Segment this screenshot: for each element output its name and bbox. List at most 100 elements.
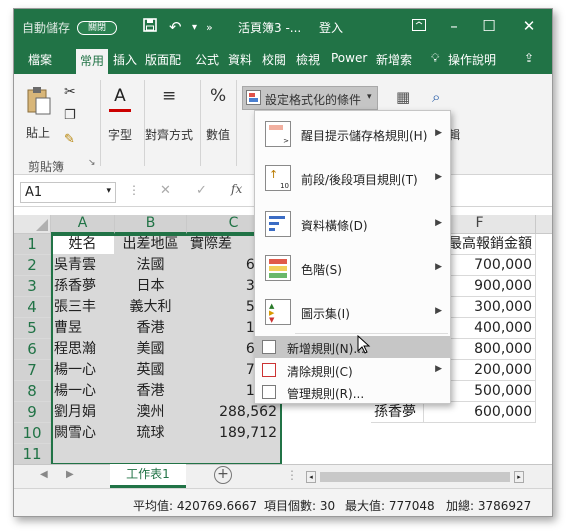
menu-item-manage-rules[interactable]: 管理規則(R)... bbox=[255, 381, 450, 403]
table-cell[interactable]: 日本 bbox=[115, 276, 187, 297]
alignment-label[interactable]: 對齊方式 bbox=[145, 126, 193, 143]
font-icon[interactable]: A bbox=[109, 86, 131, 112]
table-cell[interactable]: 吳青雲 bbox=[51, 255, 115, 276]
undo-icon[interactable]: ↶ bbox=[169, 18, 182, 36]
add-sheet-icon[interactable]: + bbox=[214, 466, 232, 484]
menu-item-icon-sets[interactable]: ▲ ▶ ▼ 圖示集(I) ▶ bbox=[255, 291, 450, 333]
table-cell[interactable]: 義大利 bbox=[115, 297, 187, 318]
cancel-formula-icon[interactable]: ✕ bbox=[160, 183, 171, 198]
insert-function-icon[interactable]: fx bbox=[231, 182, 242, 196]
tab-page-layout[interactable]: 版面配 bbox=[145, 51, 181, 68]
table-cell[interactable]: 張三丰 bbox=[51, 297, 115, 318]
table-cell[interactable]: 楊一心 bbox=[51, 381, 115, 402]
number-label[interactable]: 數值 bbox=[206, 126, 230, 143]
tab-home[interactable]: 常用 bbox=[76, 49, 109, 74]
row-header[interactable]: 5 bbox=[14, 318, 51, 339]
table-cell[interactable]: 法國 bbox=[115, 255, 187, 276]
select-all-corner[interactable] bbox=[14, 215, 51, 234]
row-header[interactable]: 1 bbox=[14, 234, 51, 255]
table-cell[interactable]: 姓名 bbox=[51, 234, 115, 255]
table-cell[interactable]: 孫香夢 bbox=[371, 402, 424, 423]
cut-icon[interactable]: ✂ bbox=[64, 84, 76, 100]
find-icon[interactable]: ⌕ bbox=[432, 88, 440, 106]
more-commands-icon[interactable]: » bbox=[206, 21, 213, 34]
font-label[interactable]: 字型 bbox=[108, 126, 132, 143]
table-cell[interactable]: 澳州 bbox=[115, 402, 187, 423]
column-header-a[interactable]: A bbox=[51, 215, 115, 234]
tab-add-index[interactable]: 新增索 bbox=[376, 51, 412, 68]
tab-data[interactable]: 資料 bbox=[228, 51, 252, 68]
percent-icon[interactable]: % bbox=[210, 86, 226, 106]
table-cell[interactable]: 曹昱 bbox=[51, 318, 115, 339]
submenu-arrow-icon: ▶ bbox=[435, 306, 442, 316]
enter-formula-icon[interactable]: ✓ bbox=[196, 183, 207, 198]
h-scroll-right-icon[interactable]: ▸ bbox=[514, 471, 524, 483]
row-header[interactable]: 2 bbox=[14, 255, 51, 276]
sheet-tab[interactable]: 工作表1 bbox=[110, 464, 186, 488]
table-cell[interactable]: 英國 bbox=[115, 360, 187, 381]
tell-me-search[interactable]: 操作說明 bbox=[448, 51, 496, 68]
signin-link[interactable]: 登入 bbox=[319, 19, 343, 36]
row-header[interactable]: 4 bbox=[14, 297, 51, 318]
menu-item-new-rule[interactable]: 新增規則(N)... bbox=[255, 336, 450, 358]
copy-icon[interactable]: ❐ bbox=[64, 108, 76, 123]
row-header[interactable]: 9 bbox=[14, 402, 51, 423]
tab-review[interactable]: 校閱 bbox=[262, 51, 286, 68]
row-header[interactable]: 8 bbox=[14, 381, 51, 402]
table-cell[interactable]: 288,562 bbox=[187, 402, 281, 423]
table-cell[interactable]: 孫香夢 bbox=[51, 276, 115, 297]
conditional-formatting-button[interactable]: 設定格式化的條件 ▾ bbox=[242, 86, 378, 110]
minimize-icon[interactable]: – bbox=[439, 15, 469, 39]
column-header-b[interactable]: B bbox=[115, 215, 187, 234]
table-cell[interactable]: 189,712 bbox=[187, 423, 281, 444]
tab-view[interactable]: 檢視 bbox=[296, 51, 320, 68]
table-cell[interactable] bbox=[187, 444, 281, 465]
horizontal-scrollbar[interactable] bbox=[320, 472, 510, 482]
name-box[interactable]: A1 ▾ bbox=[20, 182, 116, 203]
tab-file[interactable]: 檔案 bbox=[28, 51, 52, 68]
row-header[interactable]: 7 bbox=[14, 360, 51, 381]
table-cell[interactable]: 香港 bbox=[115, 318, 187, 339]
autosave-toggle[interactable]: 關閉 bbox=[77, 21, 117, 35]
scroll-left-icon[interactable]: ◀ bbox=[40, 469, 48, 480]
tab-formulas[interactable]: 公式 bbox=[195, 51, 219, 68]
table-cell[interactable]: 600,000 bbox=[424, 402, 536, 423]
dialog-launcher-icon[interactable]: ↘ bbox=[88, 158, 96, 168]
menu-item-highlight-rules[interactable]: > 醒目提示儲存格規則(H) ▶ bbox=[255, 113, 450, 155]
row-header[interactable]: 6 bbox=[14, 339, 51, 360]
paste-icon[interactable] bbox=[26, 86, 52, 116]
share-icon[interactable]: ⇪ bbox=[524, 51, 534, 65]
table-cell[interactable]: 程思瀚 bbox=[51, 339, 115, 360]
paste-label[interactable]: 貼上 bbox=[26, 124, 50, 141]
tab-power[interactable]: Power bbox=[331, 51, 367, 65]
table-cell[interactable] bbox=[115, 444, 187, 465]
close-icon[interactable]: ✕ bbox=[514, 15, 544, 39]
table-cell[interactable]: 出差地區 bbox=[115, 234, 187, 255]
undo-dropdown-icon[interactable]: ▾ bbox=[192, 22, 197, 33]
column-header-g[interactable] bbox=[536, 215, 552, 234]
scroll-right-icon[interactable]: ▶ bbox=[66, 469, 74, 480]
tab-insert[interactable]: 插入 bbox=[113, 51, 137, 68]
ribbon-display-icon[interactable] bbox=[404, 15, 434, 39]
table-cell[interactable]: 闕雪心 bbox=[51, 423, 115, 444]
save-icon[interactable] bbox=[143, 18, 157, 36]
table-cell[interactable]: 楊一心 bbox=[51, 360, 115, 381]
format-painter-icon[interactable]: ✎ bbox=[64, 132, 75, 147]
table-cell[interactable]: 劉月娟 bbox=[51, 402, 115, 423]
maximize-icon[interactable]: ☐ bbox=[474, 15, 504, 39]
table-cell[interactable]: 琉球 bbox=[115, 423, 187, 444]
row-header[interactable]: 3 bbox=[14, 276, 51, 297]
menu-item-top-bottom-rules[interactable]: ↑ 10 前段/後段項目規則(T) ▶ bbox=[255, 157, 450, 199]
menu-item-data-bars[interactable]: 資料橫條(D) ▶ bbox=[255, 203, 450, 245]
row-header[interactable]: 11 bbox=[14, 444, 51, 465]
menu-item-clear-rules[interactable]: 清除規則(C) ▶ bbox=[255, 359, 450, 381]
sheet-split-grip-icon[interactable]: ⋮ bbox=[286, 468, 298, 482]
row-header[interactable]: 10 bbox=[14, 423, 51, 444]
table-cell[interactable]: 香港 bbox=[115, 381, 187, 402]
align-icon[interactable]: ≡ bbox=[162, 86, 176, 106]
h-scroll-left-icon[interactable]: ◂ bbox=[306, 471, 316, 483]
menu-item-color-scales[interactable]: 色階(S) ▶ bbox=[255, 247, 450, 289]
cells-icon[interactable]: ▦ bbox=[396, 88, 410, 106]
table-cell[interactable]: 美國 bbox=[115, 339, 187, 360]
table-cell[interactable] bbox=[51, 444, 115, 465]
